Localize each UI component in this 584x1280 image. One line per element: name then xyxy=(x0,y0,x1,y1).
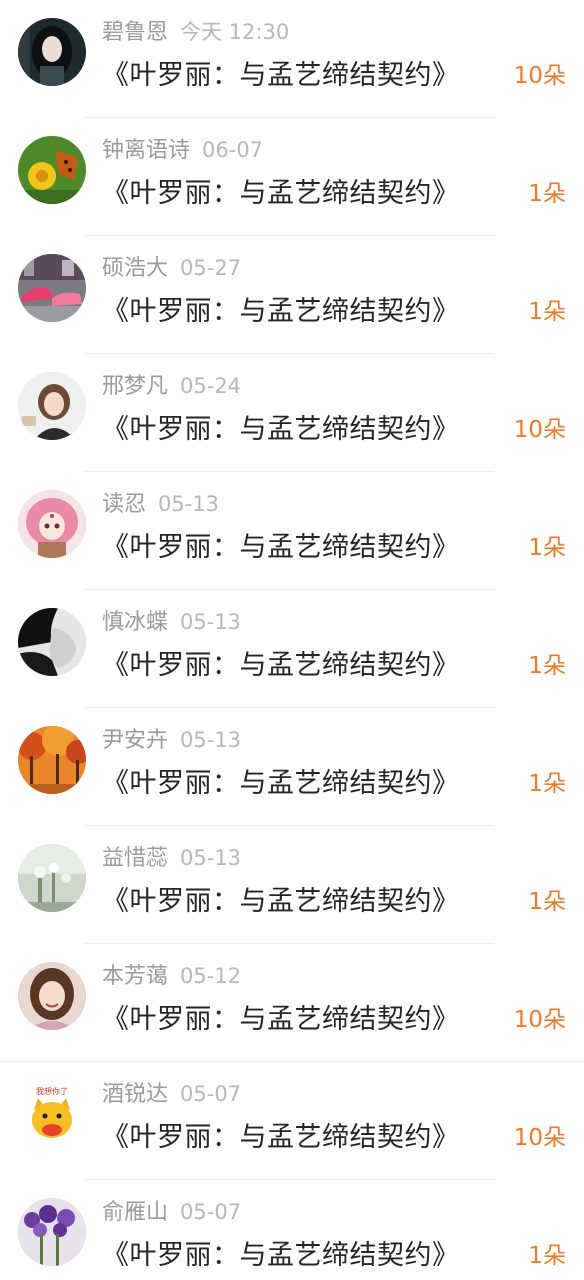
user-name[interactable]: 钟离语诗 xyxy=(102,138,190,163)
user-name[interactable]: 邢梦凡 xyxy=(102,374,168,399)
list-item[interactable]: 本芳蔼 05-12 《叶罗丽：与孟艺缔结契约》 10朵 xyxy=(0,944,584,1062)
list-item[interactable]: 碧鲁恩 今天 12:30 《叶罗丽：与孟艺缔结契约》 10朵 xyxy=(0,0,584,118)
gift-title: 《叶罗丽：与孟艺缔结契约》 xyxy=(102,414,460,445)
timestamp: 05-12 xyxy=(180,964,242,988)
timestamp: 今天 12:30 xyxy=(180,20,290,44)
timestamp: 05-13 xyxy=(180,846,242,870)
avatar-man-profile-bw-icon[interactable] xyxy=(18,608,86,676)
user-name[interactable]: 俞雁山 xyxy=(102,1200,168,1225)
gift-title: 《叶罗丽：与孟艺缔结契约》 xyxy=(102,60,460,91)
item-meta: 硕浩大 05-27 xyxy=(102,250,241,286)
user-name[interactable]: 酒锐达 xyxy=(102,1082,168,1107)
item-meta: 邢梦凡 05-24 xyxy=(102,368,241,404)
gift-title: 《叶罗丽：与孟艺缔结契约》 xyxy=(102,1122,460,1153)
timestamp: 05-13 xyxy=(180,728,242,752)
gift-title: 《叶罗丽：与孟艺缔结契约》 xyxy=(102,886,460,917)
item-meta: 慎冰蝶 05-13 xyxy=(102,604,241,640)
avatar-smiling-girl-icon[interactable] xyxy=(18,962,86,1030)
item-meta: 尹安卉 05-13 xyxy=(102,722,241,758)
timestamp: 05-07 xyxy=(180,1200,242,1224)
avatar-pink-cars-icon[interactable] xyxy=(18,254,86,322)
timestamp: 05-24 xyxy=(180,374,242,398)
item-meta: 读忍 05-13 xyxy=(102,486,219,522)
timestamp: 05-27 xyxy=(180,256,242,280)
item-meta: 益惜蕊 05-13 xyxy=(102,840,241,876)
item-meta: 俞雁山 05-07 xyxy=(102,1194,241,1230)
avatar-cartoon-text: 我想你了 xyxy=(36,1086,68,1096)
gift-title: 《叶罗丽：与孟艺缔结契约》 xyxy=(102,1240,460,1271)
list-item[interactable]: 我想你了 酒锐达 05-07 《叶罗丽：与孟艺缔结契约》 10朵 xyxy=(0,1062,584,1180)
list-item[interactable]: 益惜蕊 05-13 《叶罗丽：与孟艺缔结契约》 1朵 xyxy=(0,826,584,944)
timestamp: 05-13 xyxy=(180,610,242,634)
avatar-girl-portrait-icon[interactable] xyxy=(18,372,86,440)
timestamp: 05-07 xyxy=(180,1082,242,1106)
user-name[interactable]: 慎冰蝶 xyxy=(102,610,168,635)
flower-count: 10朵 xyxy=(513,417,566,443)
flower-count: 10朵 xyxy=(513,1125,566,1151)
item-meta: 钟离语诗 06-07 xyxy=(102,132,263,168)
avatar-anime-pink-hair-icon[interactable] xyxy=(18,490,86,558)
gift-title: 《叶罗丽：与孟艺缔结契约》 xyxy=(102,178,460,209)
gift-title: 《叶罗丽：与孟艺缔结契约》 xyxy=(102,296,460,327)
list-item[interactable]: 邢梦凡 05-24 《叶罗丽：与孟艺缔结契约》 10朵 xyxy=(0,354,584,472)
list-item[interactable]: 钟离语诗 06-07 《叶罗丽：与孟艺缔结契约》 1朵 xyxy=(0,118,584,236)
list-item[interactable]: 读忍 05-13 《叶罗丽：与孟艺缔结契约》 1朵 xyxy=(0,472,584,590)
user-name[interactable]: 本芳蔼 xyxy=(102,964,168,989)
flower-count: 1朵 xyxy=(528,889,566,915)
gift-title: 《叶罗丽：与孟艺缔结契约》 xyxy=(102,768,460,799)
flower-count: 1朵 xyxy=(528,771,566,797)
gift-title: 《叶罗丽：与孟艺缔结契约》 xyxy=(102,650,460,681)
list-item[interactable]: 俞雁山 05-07 《叶罗丽：与孟艺缔结契约》 1朵 xyxy=(0,1180,584,1280)
item-meta: 碧鲁恩 今天 12:30 xyxy=(102,14,289,50)
item-meta: 酒锐达 05-07 xyxy=(102,1076,241,1112)
timestamp: 05-13 xyxy=(158,492,220,516)
user-name[interactable]: 硕浩大 xyxy=(102,256,168,281)
gift-title: 《叶罗丽：与孟艺缔结契约》 xyxy=(102,1004,460,1035)
avatar-autumn-trees-icon[interactable] xyxy=(18,726,86,794)
list-item[interactable]: 硕浩大 05-27 《叶罗丽：与孟艺缔结契约》 1朵 xyxy=(0,236,584,354)
gift-record-list: 碧鲁恩 今天 12:30 《叶罗丽：与孟艺缔结契约》 10朵 钟离语诗 06-07 … xyxy=(0,0,584,1280)
list-item[interactable]: 尹安卉 05-13 《叶罗丽：与孟艺缔结契约》 1朵 xyxy=(0,708,584,826)
user-name[interactable]: 益惜蕊 xyxy=(102,846,168,871)
avatar-white-flowers-icon[interactable] xyxy=(18,844,86,912)
flower-count: 1朵 xyxy=(528,181,566,207)
flower-count: 10朵 xyxy=(513,63,566,89)
timestamp: 06-07 xyxy=(202,138,264,162)
user-name[interactable]: 尹安卉 xyxy=(102,728,168,753)
flower-count: 1朵 xyxy=(528,1243,566,1269)
flower-count: 1朵 xyxy=(528,535,566,561)
avatar-girl-dark-hair-icon[interactable] xyxy=(18,18,86,86)
flower-count: 10朵 xyxy=(513,1007,566,1033)
gift-title: 《叶罗丽：与孟艺缔结契约》 xyxy=(102,532,460,563)
user-name[interactable]: 碧鲁恩 xyxy=(102,20,168,45)
item-meta: 本芳蔼 05-12 xyxy=(102,958,241,994)
flower-count: 1朵 xyxy=(528,299,566,325)
list-item[interactable]: 慎冰蝶 05-13 《叶罗丽：与孟艺缔结契约》 1朵 xyxy=(0,590,584,708)
avatar-cartoon-cat-icon[interactable]: 我想你了 xyxy=(18,1080,86,1148)
avatar-lavender-flowers-icon[interactable] xyxy=(18,1198,86,1266)
user-name[interactable]: 读忍 xyxy=(102,492,146,517)
flower-count: 1朵 xyxy=(528,653,566,679)
avatar-butterfly-flower-icon[interactable] xyxy=(18,136,86,204)
